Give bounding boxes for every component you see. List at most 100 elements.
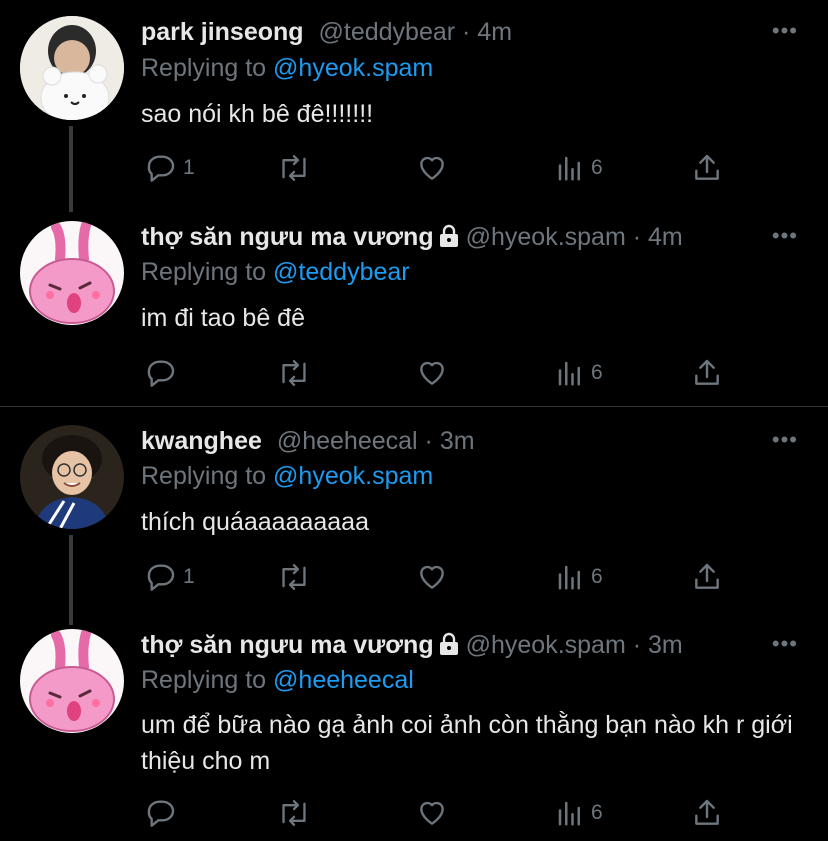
tweet-actions: 1 6: [141, 559, 741, 595]
views-icon: [558, 156, 580, 181]
avatar[interactable]: [20, 629, 124, 733]
separator: ·: [632, 631, 649, 659]
tweet-header: kwanghee @heeheecal · 3m: [141, 425, 768, 457]
reply-button[interactable]: 1: [145, 150, 195, 186]
reply-icon: [147, 800, 175, 827]
timestamp[interactable]: 3m: [648, 631, 683, 659]
handle[interactable]: @hyeok.spam: [466, 223, 626, 251]
tweet[interactable]: thợ săn ngưu ma vương @hyeok.spam · 3m ••…: [0, 629, 828, 841]
timestamp[interactable]: 4m: [648, 223, 683, 251]
timestamp[interactable]: 3m: [440, 427, 475, 455]
conversation-divider: [0, 406, 828, 407]
retweet-icon: [282, 155, 306, 181]
views-icon: [558, 565, 580, 590]
tweet-actions: 1 6: [141, 150, 741, 186]
tweet-text: thích quáaaaaaaaaa: [141, 508, 369, 536]
more-icon[interactable]: •••: [772, 429, 798, 451]
separator: ·: [632, 223, 649, 251]
reply-count: 1: [183, 565, 195, 588]
retweet-button[interactable]: [277, 795, 311, 831]
views-button[interactable]: 6: [555, 150, 603, 186]
view-count: 6: [591, 565, 603, 588]
view-count: 6: [591, 801, 603, 824]
separator: ·: [462, 18, 478, 46]
reply-button[interactable]: [145, 355, 183, 391]
lock-icon: [439, 632, 458, 655]
avatar[interactable]: [20, 425, 124, 529]
tweet-text: um để bữa nào gạ ảnh coi ảnh còn thằng b…: [141, 711, 793, 775]
like-button[interactable]: [415, 559, 449, 595]
retweet-icon: [282, 800, 306, 826]
share-button[interactable]: [691, 355, 723, 391]
tweet[interactable]: park jinseong @teddybear · 4m ••• Replyi…: [0, 16, 828, 212]
pink-bunny-avatar: [20, 629, 124, 733]
teddy-bear-avatar: [20, 16, 124, 120]
reply-target-link[interactable]: @heeheecal: [273, 666, 414, 694]
views-button[interactable]: 6: [555, 795, 603, 831]
more-icon[interactable]: •••: [772, 633, 798, 655]
display-name[interactable]: kwanghee: [141, 427, 262, 455]
reply-button[interactable]: 1: [145, 559, 195, 595]
reply-icon: [147, 360, 175, 387]
display-name[interactable]: park jinseong: [141, 18, 304, 46]
tweet-text: sao nói kh bê đê!!!!!!!: [141, 100, 374, 128]
replying-to: Replying to @heeheecal: [141, 664, 414, 696]
avatar[interactable]: [20, 16, 124, 120]
like-button[interactable]: [415, 795, 449, 831]
reply-icon: [147, 155, 175, 182]
tweet-actions: 6: [141, 795, 741, 831]
tweet[interactable]: thợ săn ngưu ma vương @hyeok.spam · 4m ••…: [0, 221, 828, 406]
tweet[interactable]: kwanghee @heeheecal · 3m ••• Replying to…: [0, 425, 828, 625]
retweet-button[interactable]: [277, 559, 311, 595]
share-button[interactable]: [691, 150, 723, 186]
reply-icon: [147, 564, 175, 591]
replying-label: Replying to: [141, 666, 267, 694]
retweet-button[interactable]: [277, 150, 311, 186]
pink-bunny-avatar: [20, 221, 124, 325]
more-icon[interactable]: •••: [772, 225, 798, 247]
reply-count: 1: [183, 156, 195, 179]
like-icon: [420, 801, 444, 825]
replying-label: Replying to: [141, 462, 267, 490]
tweet-text: im đi tao bê đê: [141, 304, 305, 332]
views-icon: [558, 361, 580, 386]
handle[interactable]: @hyeok.spam: [466, 631, 626, 659]
handle[interactable]: @heeheecal: [277, 427, 418, 455]
thread-line: [69, 126, 73, 212]
reply-target-link[interactable]: @hyeok.spam: [273, 462, 433, 490]
share-icon: [695, 154, 719, 180]
share-icon: [695, 359, 719, 385]
like-button[interactable]: [415, 355, 449, 391]
view-count: 6: [591, 156, 603, 179]
tweet-actions: 6: [141, 355, 741, 391]
reply-button[interactable]: [145, 795, 183, 831]
separator: ·: [424, 427, 440, 455]
share-icon: [695, 799, 719, 825]
timestamp[interactable]: 4m: [477, 18, 512, 46]
share-button[interactable]: [691, 559, 723, 595]
lock-icon: [439, 224, 458, 247]
replying-label: Replying to: [141, 54, 267, 82]
reply-target-link[interactable]: @hyeok.spam: [273, 54, 433, 82]
avatar[interactable]: [20, 221, 124, 325]
tweet-header: thợ săn ngưu ma vương @hyeok.spam · 4m: [141, 221, 768, 253]
reply-target-link[interactable]: @teddybear: [273, 258, 410, 286]
like-icon: [420, 361, 444, 385]
retweet-button[interactable]: [277, 355, 311, 391]
more-icon[interactable]: •••: [772, 20, 798, 42]
replying-to: Replying to @hyeok.spam: [141, 52, 433, 84]
tweet-header: park jinseong @teddybear · 4m: [141, 16, 768, 48]
like-icon: [420, 565, 444, 589]
handle[interactable]: @teddybear: [319, 18, 456, 46]
tweet-header: thợ săn ngưu ma vương @hyeok.spam · 3m: [141, 629, 768, 661]
person-glasses-avatar: [20, 425, 124, 529]
display-name[interactable]: thợ săn ngưu ma vương: [141, 631, 434, 659]
like-icon: [420, 156, 444, 180]
views-icon: [558, 801, 580, 826]
display-name[interactable]: thợ săn ngưu ma vương: [141, 223, 434, 251]
views-button[interactable]: 6: [555, 355, 603, 391]
retweet-icon: [282, 360, 306, 386]
like-button[interactable]: [415, 150, 449, 186]
share-button[interactable]: [691, 795, 723, 831]
views-button[interactable]: 6: [555, 559, 603, 595]
